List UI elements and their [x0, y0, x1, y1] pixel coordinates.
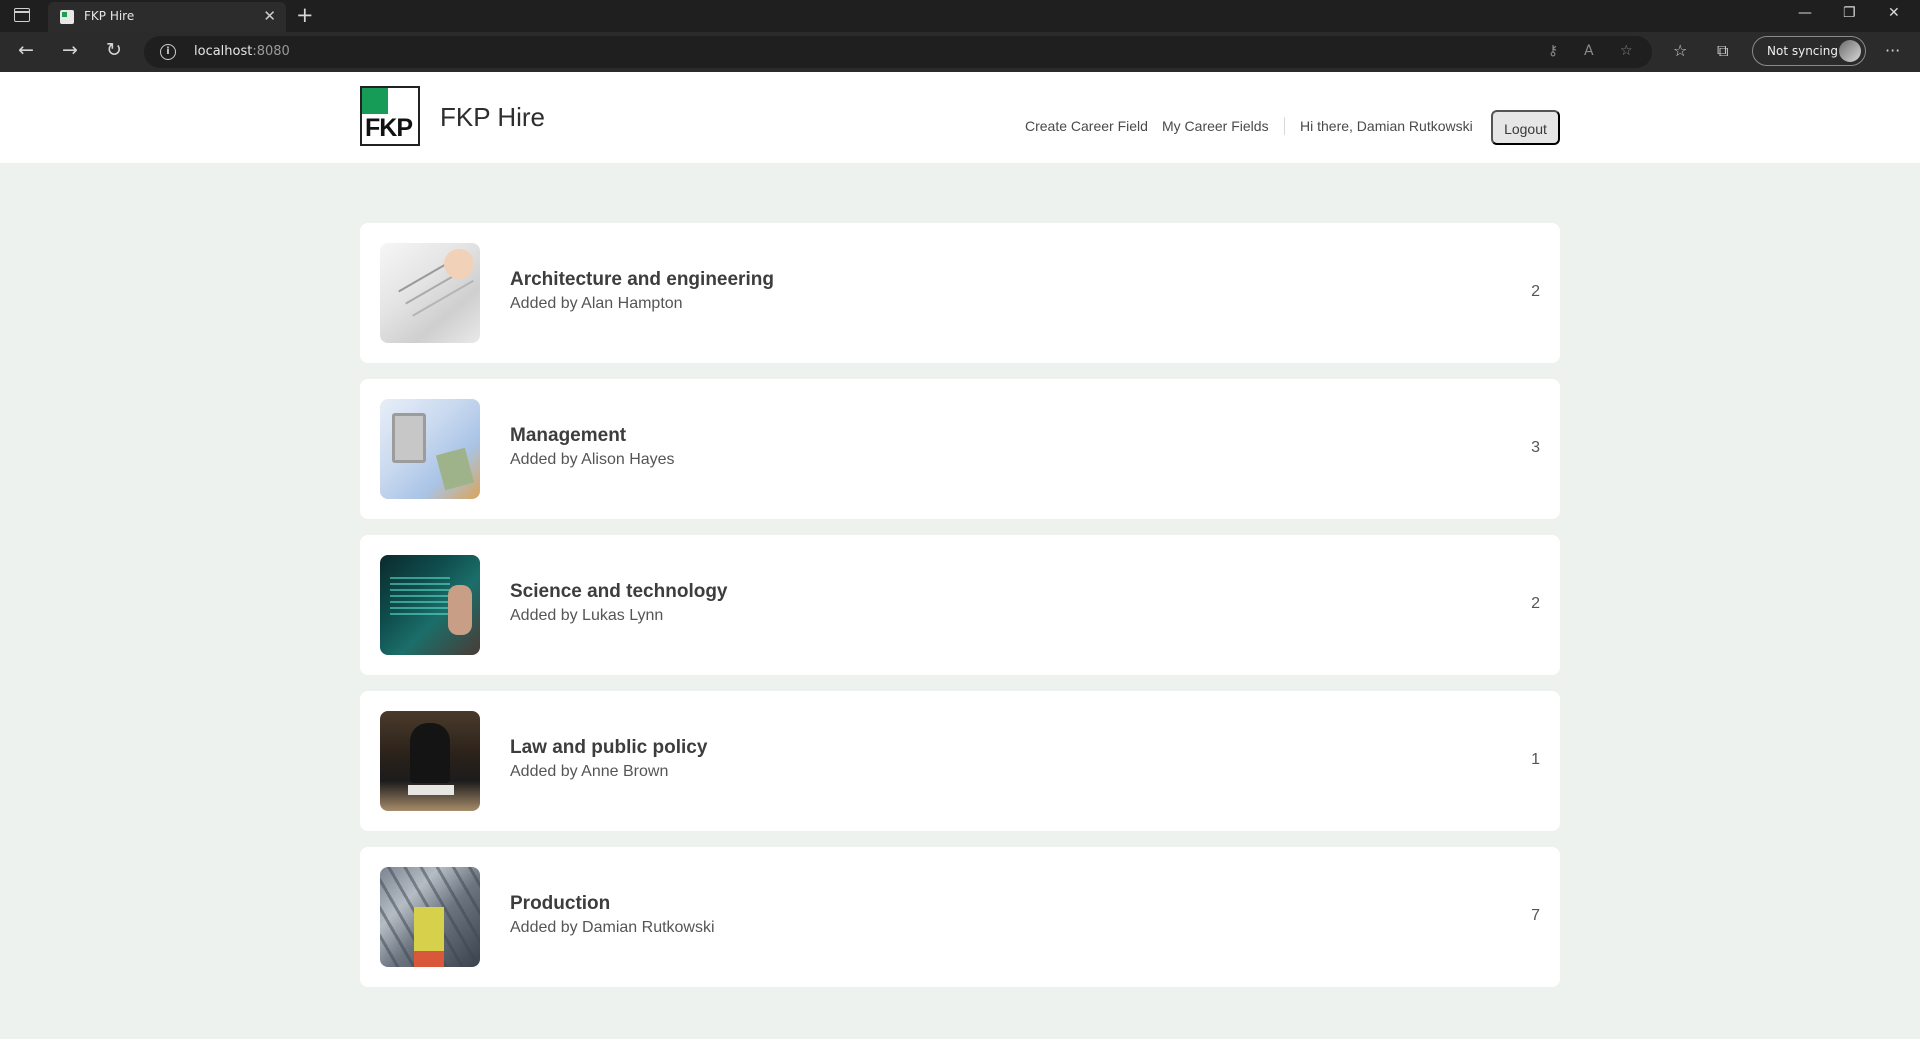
- career-field-image: [380, 243, 480, 343]
- career-field-author: Added by Alan Hampton: [510, 295, 683, 312]
- sync-status: Not syncing: [1767, 44, 1838, 58]
- career-field-image: [380, 711, 480, 811]
- favicon-icon: [60, 10, 74, 24]
- career-field-card[interactable]: Management Added by Alison Hayes 3: [360, 379, 1560, 519]
- new-tab-icon[interactable]: +: [296, 3, 314, 27]
- collections-icon[interactable]: ⧉: [1717, 41, 1728, 61]
- career-field-author: Added by Alison Hayes: [510, 451, 675, 468]
- info-icon[interactable]: i: [160, 44, 176, 60]
- logout-button[interactable]: Logout: [1491, 110, 1560, 145]
- career-field-image: [380, 399, 480, 499]
- favorites-icon[interactable]: ☆: [1673, 41, 1687, 60]
- career-field-image: [380, 867, 480, 967]
- more-menu-icon[interactable]: ···: [1885, 41, 1900, 60]
- nav-my-career-fields[interactable]: My Career Fields: [1162, 118, 1269, 134]
- fkp-logo[interactable]: FKP: [360, 86, 420, 146]
- career-field-author: Added by Damian Rutkowski: [510, 919, 715, 936]
- career-field-count: 2: [1531, 595, 1540, 612]
- window-close-icon[interactable]: ✕: [1888, 5, 1900, 21]
- browser-toolbar: ← → ↻ i localhost:8080 ⚷ A ☆ ☆ ⧉ Not syn…: [0, 32, 1920, 72]
- nav-divider: [1284, 117, 1285, 135]
- career-field-title: Architecture and engineering: [510, 269, 774, 290]
- nav-create-career-field[interactable]: Create Career Field: [1025, 118, 1148, 134]
- career-field-card[interactable]: Architecture and engineering Added by Al…: [360, 223, 1560, 363]
- back-icon[interactable]: ←: [18, 39, 34, 61]
- brand-title[interactable]: FKP Hire: [440, 102, 545, 133]
- career-field-author: Added by Lukas Lynn: [510, 607, 664, 624]
- user-greeting: Hi there, Damian Rutkowski: [1300, 118, 1473, 134]
- logo-text: FKP: [365, 114, 413, 142]
- avatar: [1839, 40, 1861, 62]
- reload-icon[interactable]: ↻: [106, 39, 122, 61]
- url-host: localhost: [194, 44, 253, 59]
- url-port: :8080: [252, 44, 290, 59]
- browser-tab[interactable]: FKP Hire ✕: [48, 2, 286, 32]
- tab-title: FKP Hire: [84, 9, 135, 23]
- career-field-card[interactable]: Law and public policy Added by Anne Brow…: [360, 691, 1560, 831]
- career-field-count: 7: [1531, 907, 1540, 924]
- career-field-image: [380, 555, 480, 655]
- sidebar-toggle-icon[interactable]: [14, 8, 30, 22]
- url-text[interactable]: localhost:8080: [194, 44, 290, 59]
- career-field-count: 1: [1531, 751, 1540, 768]
- career-field-title: Management: [510, 425, 627, 446]
- career-field-author: Added by Anne Brown: [510, 763, 669, 780]
- browser-tab-strip: FKP Hire ✕ + — ❐ ✕: [0, 0, 1920, 32]
- site-header: FKP FKP Hire Create Career Field My Care…: [0, 72, 1920, 163]
- career-field-title: Law and public policy: [510, 737, 708, 758]
- minimize-icon[interactable]: —: [1798, 5, 1812, 21]
- career-field-title: Production: [510, 893, 611, 914]
- read-aloud-icon[interactable]: A: [1584, 43, 1594, 59]
- forward-icon[interactable]: →: [62, 39, 78, 61]
- career-field-count: 2: [1531, 283, 1540, 300]
- address-bar[interactable]: i localhost:8080 ⚷ A ☆: [144, 36, 1652, 68]
- career-field-card[interactable]: Science and technology Added by Lukas Ly…: [360, 535, 1560, 675]
- key-icon[interactable]: ⚷: [1548, 43, 1558, 59]
- logo-green-square: [362, 88, 388, 114]
- career-field-count: 3: [1531, 439, 1540, 456]
- restore-icon[interactable]: ❐: [1843, 5, 1856, 21]
- career-field-card[interactable]: Production Added by Damian Rutkowski 7: [360, 847, 1560, 987]
- add-favorite-icon[interactable]: ☆: [1620, 43, 1633, 59]
- career-field-title: Science and technology: [510, 581, 728, 602]
- close-icon[interactable]: ✕: [263, 7, 276, 25]
- profile-button[interactable]: Not syncing: [1752, 36, 1866, 66]
